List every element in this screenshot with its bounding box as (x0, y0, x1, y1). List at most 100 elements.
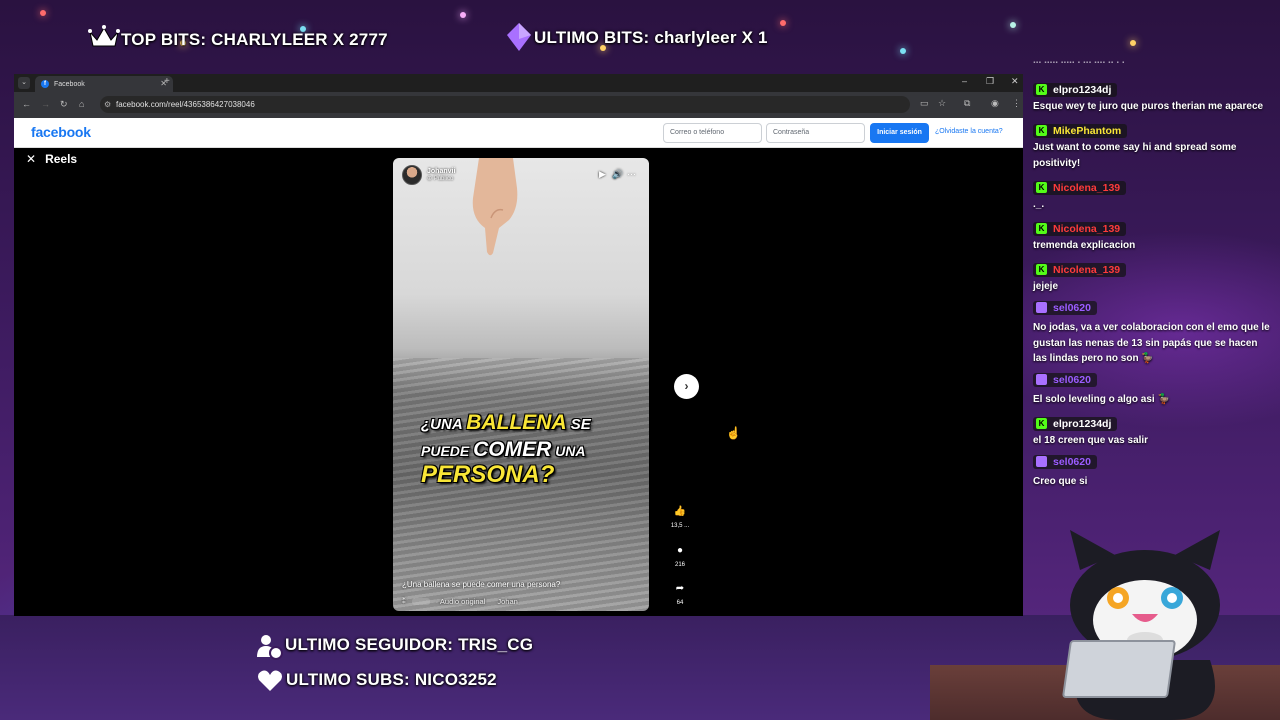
chat-username[interactable]: sel0620 (1033, 372, 1097, 387)
ultimo-bits-label: ULTIMO BITS: charlyleer X 1 (534, 28, 768, 47)
next-reel-button[interactable]: › (674, 374, 699, 399)
crown-icon (88, 25, 120, 47)
chat-username[interactable]: K Nicolena_139 (1033, 262, 1127, 277)
chat-message-text: Just want to come say hi and spread some… (1033, 142, 1237, 169)
audio-label: · Audio original (435, 597, 486, 606)
author-avatar[interactable] (402, 165, 422, 185)
cast-icon[interactable]: ▭ (920, 98, 929, 109)
comment-count: 216 (674, 562, 685, 568)
new-tab-icon[interactable]: + (164, 76, 170, 87)
forward-icon[interactable]: → (41, 99, 50, 109)
profile-icon[interactable]: ◉ (991, 98, 999, 109)
login-button[interactable]: Iniciar sesión (870, 123, 929, 143)
forgot-account-link[interactable]: ¿Olvidaste la cuenta? (935, 128, 1003, 135)
email-field[interactable]: Correo o teléfono (663, 123, 762, 143)
chat-username[interactable]: Kelpro1234dj (1033, 416, 1118, 431)
close-window-icon[interactable]: ✕ (1011, 76, 1019, 87)
url-bar[interactable]: ⚙ facebook.com/reel/4365386427038046 (100, 96, 910, 113)
follower-icon (257, 635, 283, 660)
comment-action[interactable]: ● 216 (666, 545, 694, 568)
like-action[interactable]: 👍 13,5 ... (666, 506, 694, 529)
twitch-badge-icon (1036, 302, 1047, 313)
chat-username[interactable]: Kelpro1234dj (1033, 82, 1118, 97)
heart-icon (258, 670, 282, 691)
reload-icon[interactable]: ↻ (60, 99, 68, 110)
bits-gem-icon (507, 23, 531, 51)
mouse-cursor-icon: ☝ (726, 426, 741, 440)
reels-title: Reels (45, 152, 78, 166)
more-options-icon[interactable]: ⋯ (627, 169, 636, 180)
chat-username-text[interactable]: MikePhantom (1053, 125, 1121, 137)
audio-wave-icon: ⁑ (402, 597, 406, 606)
chat-message: K Nicolena_139 tremenda explicacion (1033, 218, 1273, 254)
close-reels-icon[interactable]: ✕ (26, 152, 36, 166)
volume-icon[interactable]: 🔊 (612, 169, 623, 180)
facebook-header: facebook Correo o teléfono Contraseña In… (14, 118, 1023, 148)
kick-badge-icon: K (1036, 418, 1047, 429)
share-icon[interactable]: ➦ (666, 583, 694, 597)
chat-username[interactable]: K MikePhantom (1033, 123, 1128, 138)
reel-headline-line3: PERSONA? (421, 461, 555, 488)
password-field[interactable]: Contraseña (766, 123, 865, 143)
address-toolbar: ← → ↻ ⌂ ⚙ facebook.com/reel/436538642703… (14, 92, 1023, 118)
chat-username[interactable]: K Nicolena_139 (1033, 180, 1127, 195)
audio-blur (411, 598, 430, 605)
reel-caption: ¿Una ballena se puede comer una persona? (402, 580, 561, 589)
chat-username-text[interactable]: sel0620 (1053, 456, 1091, 468)
comment-icon[interactable]: ● (666, 545, 694, 559)
top-bits-label: TOP BITS: CHARLYLEER X 2777 (121, 30, 388, 49)
share-action[interactable]: ➦ 64 (666, 583, 694, 606)
author-name[interactable]: Johanvii (427, 168, 455, 175)
play-icon[interactable]: ▶ (599, 169, 606, 180)
chat-message: sel0620 Creo que si (1033, 454, 1273, 490)
chat-message-text: ._. (1033, 199, 1045, 210)
laptop-image (1061, 640, 1177, 698)
bookmark-star-icon[interactable]: ☆ (938, 98, 946, 109)
chat-username-text[interactable]: elpro1234dj (1053, 418, 1111, 430)
chat-message-text: Creo que si (1033, 476, 1088, 487)
chat-username-text[interactable]: Nicolena_139 (1053, 223, 1120, 235)
kick-badge-icon: K (1036, 223, 1047, 234)
reels-header: ✕ Reels (26, 152, 77, 166)
reel-audio[interactable]: ⁑ · Audio original Johan (402, 597, 518, 606)
chat-username-text[interactable]: elpro1234dj (1053, 84, 1111, 96)
tab-facebook[interactable]: f Facebook ✕ (35, 76, 173, 92)
audio-artist: Johan (497, 597, 518, 606)
reel-headline-line2: PUEDE COMER UNA (421, 438, 586, 461)
maximize-icon[interactable]: ❐ (986, 76, 994, 87)
chat-username[interactable]: K Nicolena_139 (1033, 221, 1127, 236)
chat-message-text: El solo leveling o algo asi 🦆 (1033, 394, 1170, 405)
back-icon[interactable]: ← (22, 99, 31, 109)
reel-video[interactable]: Johanvii ⊕ Público ▶ 🔊 ⋯ ¿UNA BALLENA SE… (393, 158, 649, 611)
home-icon[interactable]: ⌂ (79, 99, 84, 109)
chat-message-text: jejeje (1033, 281, 1059, 292)
tab-title: Facebook (54, 80, 85, 88)
extensions-icon[interactable]: ⧉ (964, 98, 970, 109)
chat-username-text[interactable]: sel0620 (1053, 374, 1091, 386)
reel-author[interactable]: Johanvii ⊕ Público (402, 165, 455, 185)
site-info-icon[interactable]: ⚙ (104, 96, 111, 113)
facebook-logo[interactable]: facebook (31, 124, 91, 140)
chat-message: K Nicolena_139jejeje (1033, 259, 1273, 295)
tab-search-icon[interactable]: ⌄ (18, 77, 30, 89)
chat-username-text[interactable]: Nicolena_139 (1053, 182, 1120, 194)
like-icon[interactable]: 👍 (666, 506, 694, 520)
kick-badge-icon: K (1036, 84, 1047, 95)
twitch-badge-icon (1036, 456, 1047, 467)
minimize-icon[interactable]: – (962, 76, 967, 86)
browser-window: ⌄ f Facebook ✕ + – ❐ ✕ ← → ↻ ⌂ ⚙ faceboo… (14, 74, 1023, 616)
kick-badge-icon: K (1036, 264, 1047, 275)
twitch-badge-icon (1036, 374, 1047, 385)
reels-viewer: ✕ Reels Johanvii ⊕ Público ▶ 🔊 ⋯ ¿UNA BA (14, 148, 1023, 616)
chat-username-text[interactable]: sel0620 (1053, 302, 1091, 314)
chat-username[interactable]: sel0620 (1033, 454, 1097, 469)
browser-menu-icon[interactable]: ⋮ (1012, 98, 1021, 109)
kick-badge-icon: K (1036, 125, 1047, 136)
chat-message-text: el 18 creen que vas salir (1033, 435, 1149, 446)
chat-username-text[interactable]: Nicolena_139 (1053, 264, 1120, 276)
chat-username[interactable]: sel0620 (1033, 300, 1097, 315)
chat-message: sel0620 El solo leveling o algo asi 🦆 (1033, 372, 1273, 408)
globe-icon: ⊕ (427, 176, 434, 182)
share-count: 64 (676, 600, 684, 606)
chat-message: K Nicolena_139 ._. (1033, 177, 1273, 213)
